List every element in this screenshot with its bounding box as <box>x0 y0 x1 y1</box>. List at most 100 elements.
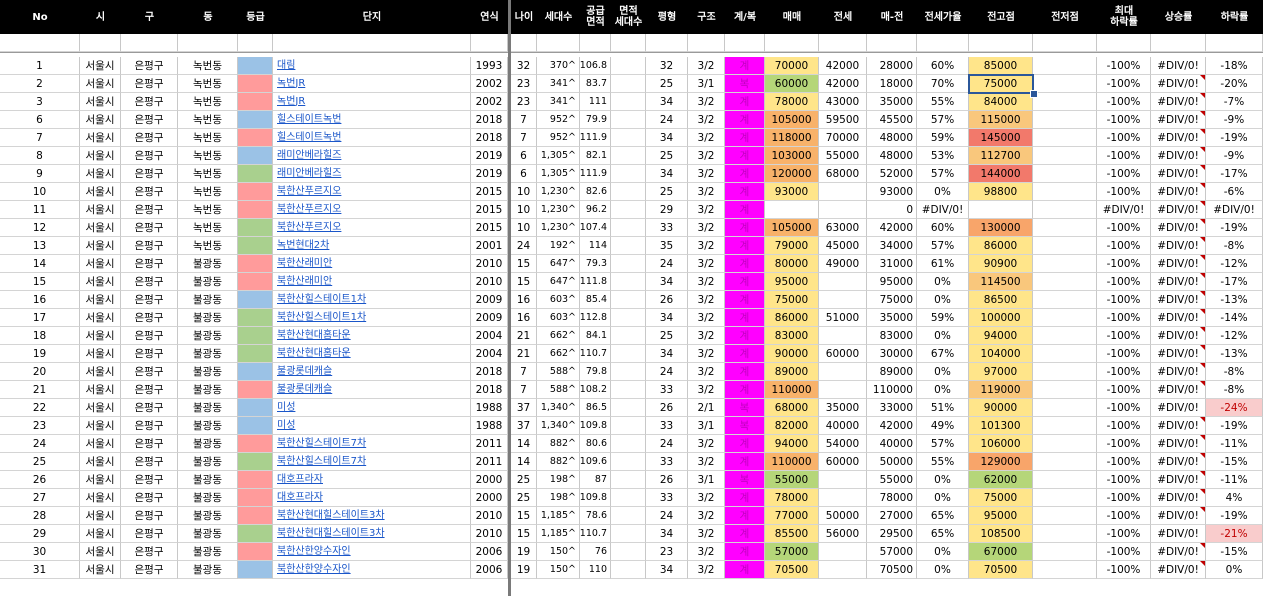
filter-cell-grade[interactable] <box>238 34 273 52</box>
cell-peak[interactable]: 90900 <box>969 255 1033 273</box>
cell-area-units[interactable] <box>611 201 646 219</box>
cell-jeonse-rate[interactable]: 0% <box>917 561 969 579</box>
cell-sale[interactable]: 82000 <box>765 417 819 435</box>
cell-gu[interactable]: 은평구 <box>121 219 178 237</box>
cell-area-units[interactable] <box>611 147 646 165</box>
cell-no[interactable]: 1 <box>0 57 80 75</box>
cell-pyeong[interactable]: 25 <box>646 327 688 345</box>
cell-max-drop[interactable]: -100% <box>1097 507 1151 525</box>
comment-indicator-icon[interactable] <box>1200 381 1205 386</box>
cell-gyebok[interactable]: 복 <box>725 417 765 435</box>
cell-max-drop[interactable]: #DIV/0! <box>1097 201 1151 219</box>
cell-jeonse-rate[interactable]: 49% <box>917 417 969 435</box>
header-peak[interactable]: 전고점 <box>969 0 1033 34</box>
cell-pyeong[interactable]: 34 <box>646 273 688 291</box>
comment-indicator-icon[interactable] <box>1200 363 1205 368</box>
cell-sale[interactable]: 110000 <box>765 381 819 399</box>
cell-sale-minus-jeonse[interactable]: 48000 <box>867 129 917 147</box>
cell-max-drop[interactable]: -100% <box>1097 273 1151 291</box>
complex-link[interactable]: 북한산현대홈타운 <box>277 345 351 362</box>
filter-cell-max-drop[interactable] <box>1097 34 1151 52</box>
cell-year[interactable]: 2010 <box>471 525 508 543</box>
cell-sale[interactable]: 80000 <box>765 255 819 273</box>
comment-indicator-icon[interactable] <box>1200 417 1205 422</box>
filter-cell-sale[interactable] <box>765 34 819 52</box>
cell-sale-minus-jeonse[interactable]: 48000 <box>867 147 917 165</box>
cell-drop-rate[interactable]: -9% <box>1206 147 1263 165</box>
cell-area[interactable]: 79.9 <box>580 111 611 129</box>
cell-jeonse-rate[interactable]: 57% <box>917 165 969 183</box>
cell-jeonse-rate[interactable]: 0% <box>917 381 969 399</box>
cell-rise-rate[interactable]: #DIV/0! <box>1151 417 1206 435</box>
cell-pyeong[interactable]: 24 <box>646 435 688 453</box>
cell-si[interactable]: 서울시 <box>80 399 121 417</box>
complex-link[interactable]: 대호프라자 <box>277 471 323 488</box>
cell-sale-minus-jeonse[interactable]: 42000 <box>867 417 917 435</box>
cell-sale[interactable]: 83000 <box>765 327 819 345</box>
cell-area-units[interactable] <box>611 75 646 93</box>
filter-cell-rise-rate[interactable] <box>1151 34 1206 52</box>
cell-danji[interactable]: 북한산힐스테이트7차 <box>273 435 471 453</box>
comment-indicator-icon[interactable] <box>1200 327 1205 332</box>
comment-indicator-icon[interactable] <box>1200 273 1205 278</box>
cell-trough[interactable] <box>1033 453 1097 471</box>
cell-no[interactable]: 24 <box>0 435 80 453</box>
cell-units[interactable]: 647^ <box>537 255 580 273</box>
cell-max-drop[interactable]: -100% <box>1097 165 1151 183</box>
cell-units[interactable]: 341^ <box>537 75 580 93</box>
cell-year[interactable]: 1988 <box>471 417 508 435</box>
cell-jeonse-rate[interactable]: 70% <box>917 75 969 93</box>
cell-max-drop[interactable]: -100% <box>1097 57 1151 75</box>
cell-jeonse[interactable] <box>819 561 867 579</box>
cell-drop-rate[interactable]: -24% <box>1206 399 1263 417</box>
cell-dong[interactable]: 녹번동 <box>178 147 238 165</box>
cell-si[interactable]: 서울시 <box>80 147 121 165</box>
cell-units[interactable]: 952^ <box>537 129 580 147</box>
cell-area[interactable]: 111.9 <box>580 129 611 147</box>
cell-grade[interactable] <box>238 327 273 345</box>
cell-dong[interactable]: 불광동 <box>178 309 238 327</box>
cell-sale[interactable]: 110000 <box>765 453 819 471</box>
cell-danji[interactable]: 힐스테이트녹번 <box>273 129 471 147</box>
cell-grade[interactable] <box>238 507 273 525</box>
cell-pyeong[interactable]: 32 <box>646 57 688 75</box>
complex-link[interactable]: 북한산한양수자인 <box>277 561 351 578</box>
cell-no[interactable]: 28 <box>0 507 80 525</box>
cell-age[interactable]: 6 <box>511 165 537 183</box>
cell-units[interactable]: 150^ <box>537 543 580 561</box>
cell-jeonse[interactable]: 40000 <box>819 417 867 435</box>
cell-no[interactable]: 27 <box>0 489 80 507</box>
cell-area[interactable]: 109.8 <box>580 489 611 507</box>
cell-max-drop[interactable]: -100% <box>1097 525 1151 543</box>
cell-age[interactable]: 14 <box>511 435 537 453</box>
cell-dong[interactable]: 녹번동 <box>178 237 238 255</box>
cell-trough[interactable] <box>1033 363 1097 381</box>
cell-no[interactable]: 18 <box>0 327 80 345</box>
cell-area[interactable]: 109.8 <box>580 417 611 435</box>
cell-sale[interactable]: 103000 <box>765 147 819 165</box>
cell-peak[interactable]: 106000 <box>969 435 1033 453</box>
cell-area-units[interactable] <box>611 309 646 327</box>
cell-struct[interactable]: 3/2 <box>688 489 725 507</box>
cell-gyebok[interactable]: 계 <box>725 381 765 399</box>
cell-gu[interactable]: 은평구 <box>121 381 178 399</box>
header-jeonse[interactable]: 전세 <box>819 0 867 34</box>
header-area-units[interactable]: 면적 세대수 <box>611 0 646 34</box>
cell-age[interactable]: 25 <box>511 489 537 507</box>
cell-danji[interactable]: 불광롯데캐슬 <box>273 381 471 399</box>
cell-units[interactable]: 150^ <box>537 561 580 579</box>
header-age[interactable]: 나이 <box>511 0 537 34</box>
cell-year[interactable]: 2009 <box>471 291 508 309</box>
cell-age[interactable]: 7 <box>511 363 537 381</box>
cell-gyebok[interactable]: 계 <box>725 129 765 147</box>
cell-dong[interactable]: 불광동 <box>178 489 238 507</box>
filter-cell-gyebok[interactable] <box>725 34 765 52</box>
cell-area-units[interactable] <box>611 525 646 543</box>
cell-no[interactable]: 7 <box>0 129 80 147</box>
cell-jeonse-rate[interactable]: 0% <box>917 273 969 291</box>
cell-pyeong[interactable]: 25 <box>646 147 688 165</box>
cell-struct[interactable]: 3/2 <box>688 93 725 111</box>
cell-trough[interactable] <box>1033 75 1097 93</box>
cell-area-units[interactable] <box>611 453 646 471</box>
cell-dong[interactable]: 녹번동 <box>178 75 238 93</box>
